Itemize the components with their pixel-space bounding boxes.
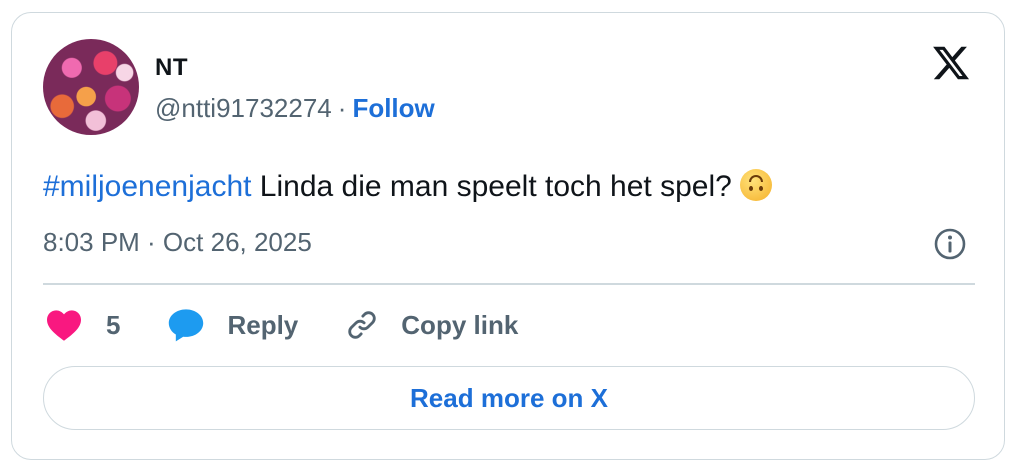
author-handle-row: @ntti91732274 · Follow xyxy=(155,93,435,124)
follow-button[interactable]: Follow xyxy=(352,93,434,123)
avatar[interactable] xyxy=(43,39,139,135)
info-icon[interactable] xyxy=(932,226,968,262)
read-more-button[interactable]: Read more on X xyxy=(43,366,975,430)
divider xyxy=(43,283,975,285)
handle-separator: · xyxy=(337,93,347,123)
tweet-embed-card: NT @ntti91732274 · Follow #miljoenenjacht … xyxy=(11,12,1005,460)
tweet-text: #miljoenenjacht Linda die man speelt toc… xyxy=(43,169,772,204)
reply-label: Reply xyxy=(227,309,299,340)
author-handle[interactable]: @ntti91732274 xyxy=(155,93,332,123)
like-count: 5 xyxy=(106,309,121,340)
reply-bubble-icon xyxy=(169,309,204,342)
x-logo-icon[interactable] xyxy=(930,43,972,83)
link-icon xyxy=(348,311,376,339)
copy-link-button[interactable]: Copy link xyxy=(345,308,518,342)
like-button[interactable]: 5 xyxy=(45,308,120,342)
author-display-name[interactable]: NT xyxy=(155,54,188,82)
upside-down-face-emoji-icon xyxy=(739,169,772,201)
hashtag-link[interactable]: #miljoenenjacht xyxy=(43,170,251,203)
copy-link-label: Copy link xyxy=(401,309,519,340)
action-bar: 5 Reply Copy link xyxy=(45,305,518,345)
reply-button[interactable]: Reply xyxy=(167,307,298,343)
tweet-timestamp[interactable]: 8:03 PM · Oct 26, 2025 xyxy=(43,227,312,258)
tweet-body: Linda die man speelt toch het spel? xyxy=(251,170,732,203)
heart-icon xyxy=(47,310,81,341)
